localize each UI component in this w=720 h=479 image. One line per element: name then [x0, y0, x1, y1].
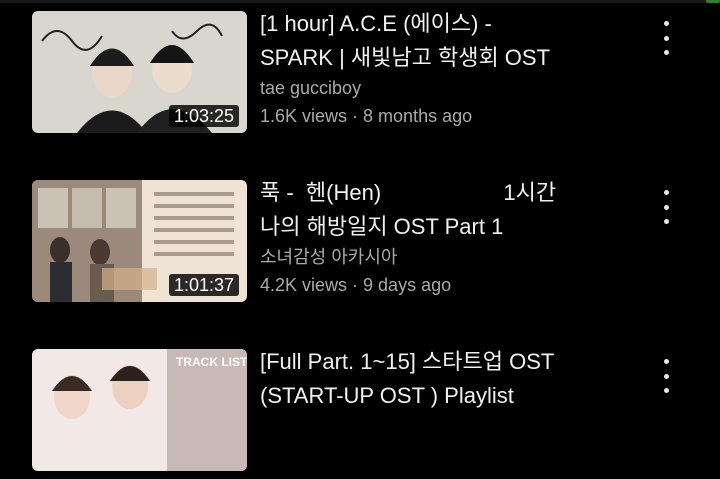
more-vert-icon[interactable] [658, 190, 674, 224]
more-vert-icon[interactable] [658, 21, 674, 55]
video-thumbnail[interactable]: 1:01:37 [32, 180, 247, 302]
video-item[interactable]: 1:01:37 푹 - 헨(Hen) 1시간 나의 해방일지 OST Part … [0, 180, 720, 310]
video-meta: 푹 - 헨(Hen) 1시간 나의 해방일지 OST Part 1 소녀감성 아… [260, 176, 630, 300]
video-item[interactable]: 1:03:25 [1 hour] A.C.E (에이스) - SPARK | 새… [0, 11, 720, 141]
video-title-line-1[interactable]: [Full Part. 1~15] 스타트업 OST [260, 345, 630, 379]
more-vert-icon[interactable] [658, 359, 674, 393]
channel-name[interactable]: tae gucciboy [260, 75, 630, 101]
video-duration: 1:03:25 [168, 105, 239, 127]
channel-name[interactable]: 소녀감성 아카시아 [260, 244, 630, 270]
video-meta: [Full Part. 1~15] 스타트업 OST (START-UP OST… [260, 345, 630, 413]
thumbnail-text: TRACK LIST [176, 355, 247, 369]
video-item[interactable]: TRACK LIST [Full Part. 1~15] 스타트업 OST (S… [0, 349, 720, 479]
video-title-line-2[interactable]: 나의 해방일지 OST Part 1 [260, 210, 630, 244]
video-thumbnail[interactable]: 1:03:25 [32, 11, 247, 133]
top-divider [0, 0, 720, 3]
video-duration: 1:01:37 [168, 274, 239, 296]
video-title-line-2[interactable]: SPARK | 새빛남고 학생회 OST [260, 41, 630, 75]
video-stats: 1.6K views · 8 months ago [260, 106, 473, 126]
video-stats: 4.2K views · 9 days ago [260, 275, 452, 295]
video-title-line-2[interactable]: (START-UP OST ) Playlist [260, 379, 630, 413]
video-title-line-1[interactable]: [1 hour] A.C.E (에이스) - [260, 7, 630, 41]
status-indicator [706, 0, 720, 3]
video-meta: [1 hour] A.C.E (에이스) - SPARK | 새빛남고 학생회 … [260, 7, 630, 131]
video-thumbnail[interactable]: TRACK LIST [32, 349, 247, 471]
video-title-line-1[interactable]: 푹 - 헨(Hen) 1시간 [260, 176, 630, 210]
thumbnail-image: TRACK LIST [32, 349, 247, 471]
